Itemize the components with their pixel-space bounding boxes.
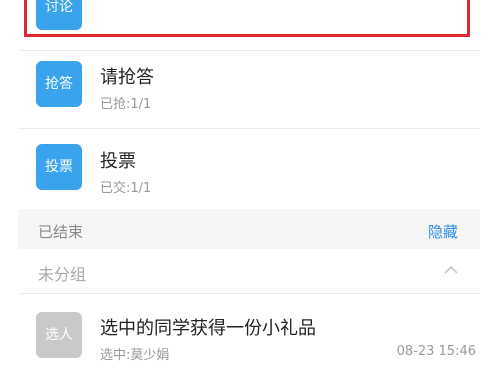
activity-list: 讨论 抢答 请抢答 已抢:1/1 投票 投票 已交:1/1 已结束 隐藏 未分组… bbox=[18, 0, 480, 380]
item-subtitle: 选中:莫少娟 bbox=[100, 348, 170, 363]
item-subtitle: 已抢:1/1 bbox=[100, 97, 152, 112]
chevron-up-icon bbox=[444, 265, 458, 274]
item-timestamp: 08-23 15:46 bbox=[396, 344, 476, 359]
group-header[interactable]: 未分组 bbox=[18, 249, 480, 293]
group-title: 未分组 bbox=[38, 265, 87, 284]
hide-button[interactable]: 隐藏 bbox=[428, 221, 458, 242]
vote-icon: 投票 bbox=[36, 144, 82, 190]
selection-highlight bbox=[24, 0, 470, 37]
item-title: 投票 bbox=[100, 151, 136, 172]
quiz-icon: 抢答 bbox=[36, 61, 82, 107]
item-subtitle: 已交:1/1 bbox=[100, 181, 152, 196]
list-item-random-pick[interactable]: 选人 选中的同学获得一份小礼品 选中:莫少娟 08-23 15:46 bbox=[18, 294, 480, 380]
section-header-ended: 已结束 隐藏 bbox=[18, 209, 480, 249]
list-item-quiz[interactable]: 抢答 请抢答 已抢:1/1 bbox=[18, 51, 480, 128]
random-pick-icon: 选人 bbox=[36, 312, 82, 358]
list-item-discussion[interactable]: 讨论 bbox=[18, 0, 480, 44]
section-title: 已结束 bbox=[38, 223, 84, 241]
list-item-vote[interactable]: 投票 投票 已交:1/1 bbox=[18, 129, 480, 209]
item-title: 选中的同学获得一份小礼品 bbox=[100, 318, 316, 339]
item-title: 请抢答 bbox=[100, 67, 154, 88]
